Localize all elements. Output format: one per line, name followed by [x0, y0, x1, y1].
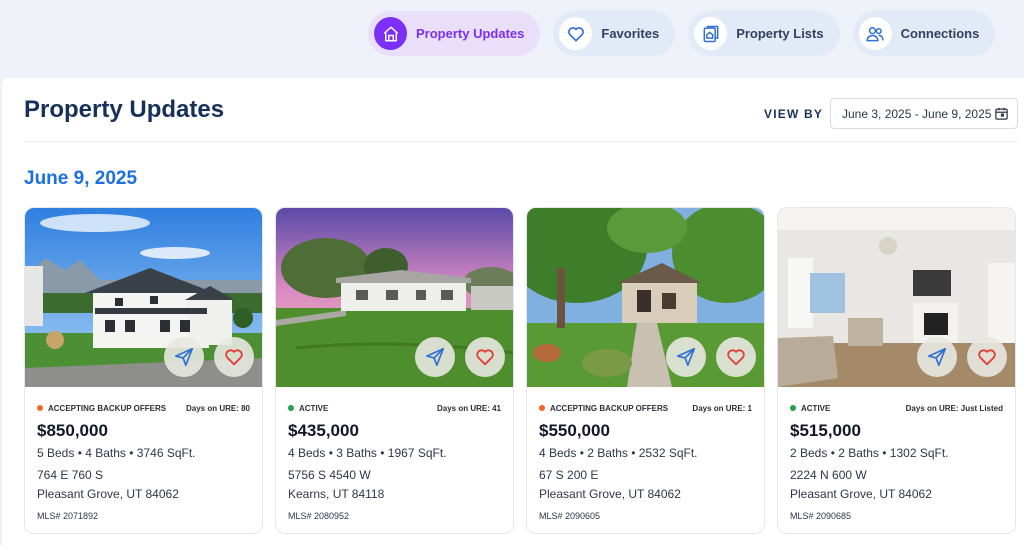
status-badge: ACTIVE — [288, 404, 328, 413]
favorite-button[interactable] — [716, 337, 756, 377]
listing-card[interactable]: ACCEPTING BACKUP OFFERS Days on URE: 80 … — [24, 207, 263, 534]
users-icon — [858, 17, 892, 50]
mls-number: MLS# 2071892 — [37, 511, 99, 521]
heart-icon — [978, 349, 996, 366]
heart-icon — [225, 349, 243, 366]
send-icon — [927, 347, 947, 367]
status-text: ACCEPTING BACKUP OFFERS — [550, 403, 669, 413]
status-badge: ACCEPTING BACKUP OFFERS — [539, 404, 668, 413]
favorite-button[interactable] — [967, 337, 1007, 377]
status-dot — [288, 405, 294, 411]
listing-price: $515,000 — [790, 421, 861, 440]
date-range-value: June 3, 2025 - June 9, 2025 — [842, 106, 992, 121]
share-button[interactable] — [415, 337, 455, 377]
listing-photo[interactable] — [527, 208, 764, 387]
top-nav: Property Updates Favorites Property List… — [368, 11, 996, 56]
address-line2: Pleasant Grove, UT 84062 — [37, 487, 179, 501]
date-group-heading: June 9, 2025 — [24, 168, 138, 189]
status-text: ACTIVE — [801, 403, 831, 413]
address-line2: Kearns, UT 84118 — [288, 487, 385, 501]
status-badge: ACTIVE — [790, 404, 830, 413]
page-title: Property Updates — [24, 96, 225, 123]
listing-specs: 4 Beds • 2 Baths • 2532 SqFt. — [539, 446, 698, 460]
listing-card[interactable]: ACTIVE Days on URE: Just Listed $515,000… — [777, 207, 1016, 534]
listing-specs: 4 Beds • 3 Baths • 1967 SqFt. — [288, 446, 447, 460]
listing-specs: 2 Beds • 2 Baths • 1302 SqFt. — [790, 446, 949, 460]
status-badge: ACCEPTING BACKUP OFFERS — [37, 404, 166, 413]
nav-label: Connections — [900, 26, 980, 41]
home-icon — [374, 17, 407, 50]
listing-price: $850,000 — [37, 421, 108, 440]
status-dot — [37, 405, 43, 411]
address-line1: 5756 S 4540 W — [288, 468, 371, 482]
address-line2: Pleasant Grove, UT 84062 — [790, 487, 932, 501]
view-by-label: VIEW BY — [764, 107, 824, 121]
nav-label: Property Updates — [416, 26, 525, 41]
listing-specs: 5 Beds • 4 Baths • 3746 SqFt. — [37, 446, 196, 460]
listing-card[interactable]: ACTIVE Days on URE: 41 $435,000 4 Beds •… — [275, 207, 514, 534]
address-line1: 764 E 760 S — [37, 468, 104, 482]
calendar-icon — [994, 106, 1009, 124]
send-icon — [676, 347, 696, 367]
nav-label: Favorites — [601, 26, 660, 41]
status-text: ACCEPTING BACKUP OFFERS — [48, 403, 167, 413]
mls-number: MLS# 2090685 — [790, 511, 852, 521]
property-list-icon — [694, 17, 728, 50]
days-on-market: Days on URE: 80 — [185, 403, 250, 413]
status-dot — [790, 405, 796, 411]
share-button[interactable] — [666, 337, 706, 377]
listing-cards: ACCEPTING BACKUP OFFERS Days on URE: 80 … — [24, 207, 1016, 534]
heart-icon — [476, 349, 494, 366]
mls-number: MLS# 2080952 — [288, 511, 350, 521]
status-text: ACTIVE — [299, 403, 329, 413]
days-on-market: Days on URE: 1 — [692, 403, 752, 413]
nav-property-lists[interactable]: Property Lists — [688, 11, 840, 56]
listing-photo[interactable] — [25, 208, 262, 387]
main-panel: Property Updates VIEW BY June 3, 2025 - … — [2, 78, 1024, 545]
listing-photo[interactable] — [778, 208, 1015, 387]
listing-price: $435,000 — [288, 421, 359, 440]
share-button[interactable] — [917, 337, 957, 377]
days-on-market: Days on URE: Just Listed — [905, 403, 1003, 413]
send-icon — [425, 347, 445, 367]
date-range-picker[interactable]: June 3, 2025 - June 9, 2025 — [830, 98, 1018, 129]
divider — [24, 141, 1018, 142]
nav-label: Property Lists — [736, 26, 824, 41]
listing-photo[interactable] — [276, 208, 513, 387]
listing-price: $550,000 — [539, 421, 610, 440]
favorite-button[interactable] — [214, 337, 254, 377]
status-dot — [539, 405, 545, 411]
nav-property-updates[interactable]: Property Updates — [368, 11, 541, 56]
mls-number: MLS# 2090605 — [539, 511, 601, 521]
favorite-button[interactable] — [465, 337, 505, 377]
share-button[interactable] — [164, 337, 204, 377]
days-on-market: Days on URE: 41 — [436, 403, 501, 413]
send-icon — [174, 347, 194, 367]
address-line2: Pleasant Grove, UT 84062 — [539, 487, 681, 501]
heart-icon — [559, 17, 593, 50]
address-line1: 67 S 200 E — [539, 468, 599, 482]
heart-icon — [727, 349, 745, 366]
nav-favorites[interactable]: Favorites — [553, 11, 676, 56]
address-line1: 2224 N 600 W — [790, 468, 867, 482]
nav-connections[interactable]: Connections — [852, 11, 996, 56]
listing-card[interactable]: ACCEPTING BACKUP OFFERS Days on URE: 1 $… — [526, 207, 765, 534]
